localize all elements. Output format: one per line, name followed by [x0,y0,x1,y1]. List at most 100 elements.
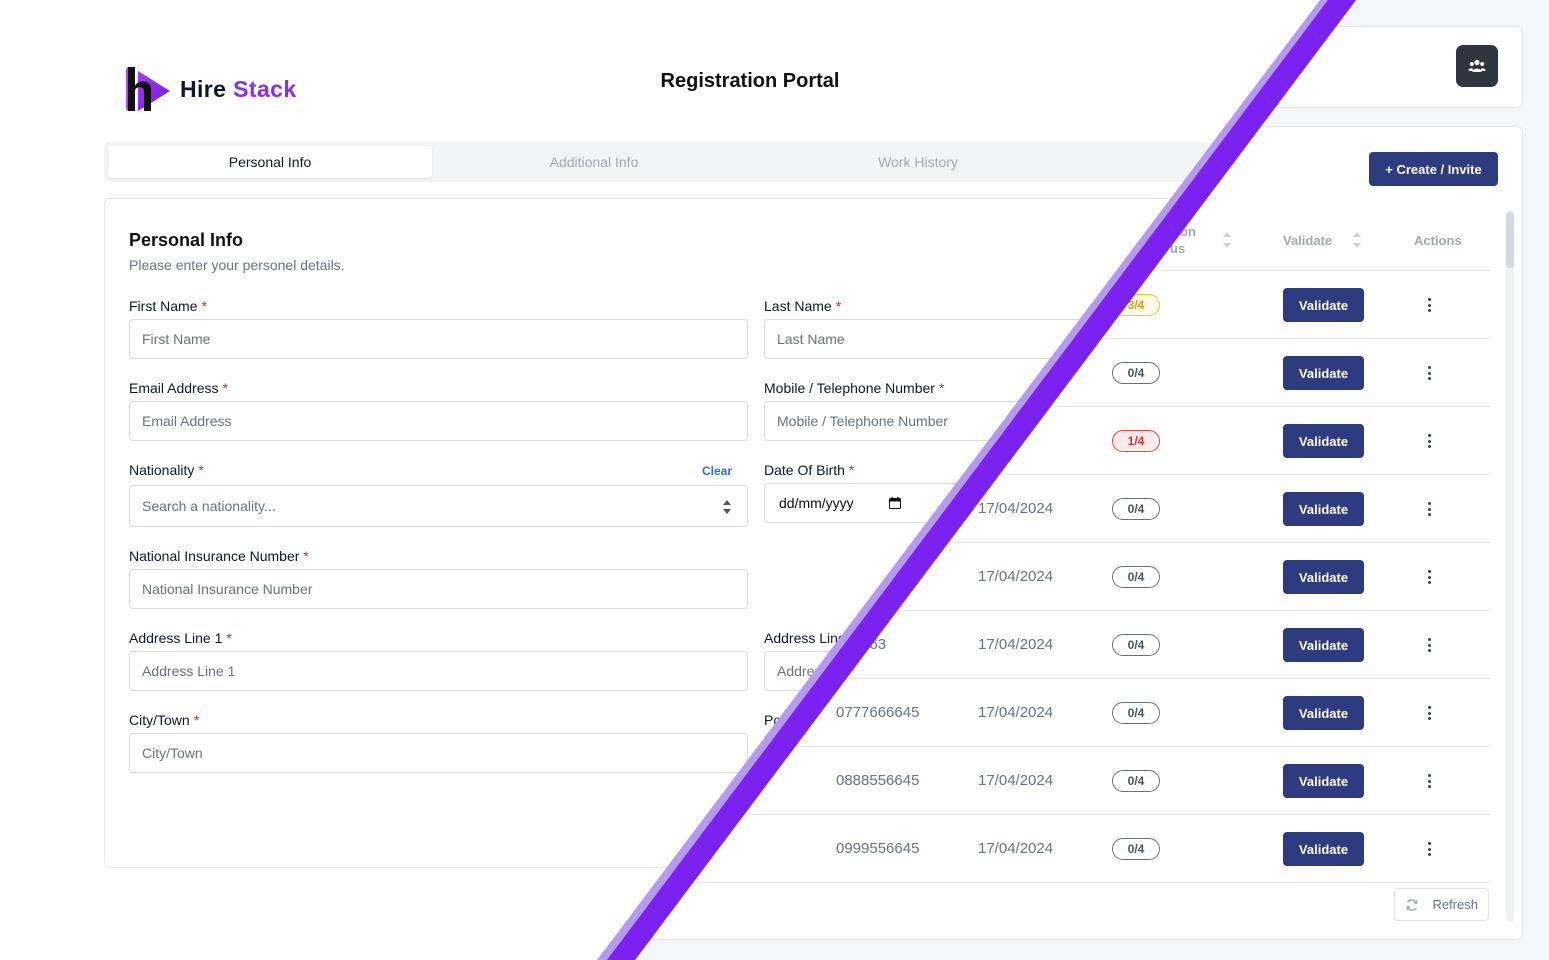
required-mark: * [835,298,842,314]
address1-input[interactable] [129,651,748,691]
status-header-line2: us [1170,241,1186,256]
ni-number-label: National Insurance Number * [129,548,309,564]
calendar-icon[interactable] [889,497,901,509]
progress-badge: 0/4 [1112,838,1160,860]
table-scrollbar-thumb[interactable] [1506,212,1514,268]
table-scrollbar-track[interactable] [1506,210,1514,922]
more-options-icon[interactable] [1425,636,1433,654]
city-input[interactable] [129,733,748,773]
postcode-label: Pos [764,712,788,728]
more-options-icon[interactable] [1425,772,1433,790]
brand-word-stack: Stack [233,76,297,102]
actions-header: Actions [1414,233,1462,248]
required-mark: * [303,548,309,564]
tab-work-history[interactable]: Work History [756,146,1080,178]
email-label: Email Address * [129,380,228,396]
users-icon [1468,59,1486,72]
validate-sort-icon[interactable] [1353,232,1361,248]
city-label: City/Town * [129,712,199,728]
mobile-label: Mobile / Telephone Number * [764,380,944,396]
ni-number-input[interactable] [129,569,748,609]
stage: + Create / Invite on us Validate Actions… [0,0,1549,960]
date-cell: 17/04/2024 [978,500,1054,517]
date-cell: 17/04/2024 [978,568,1054,585]
first-name-label: First Name * [129,298,207,314]
progress-badge: 0/4 [1112,702,1160,724]
validate-button[interactable]: Validate [1283,764,1364,798]
section-title: Personal Info [129,230,244,250]
progress-badge: 0/4 [1112,566,1160,588]
last-name-label-text: Last Name [764,298,832,314]
page-title: Registration Portal [660,70,840,92]
date-cell: 17/04/2024 [978,772,1054,789]
dob-input[interactable]: dd/mm/yyyy [764,483,974,523]
section-subtitle: Please enter your personel details. [129,257,345,273]
phone-cell: 0999556645 [836,840,920,857]
brand-word-hire: Hire [180,76,227,102]
postcode-label-text: Pos [764,712,789,728]
required-mark: * [201,298,207,314]
hirestack-logo-icon [126,67,170,111]
validate-button[interactable]: Validate [1283,832,1364,866]
progress-badge: 0/4 [1112,634,1160,656]
nationality-clear-link[interactable]: Clear [702,464,732,478]
email-input[interactable] [129,401,748,441]
dob-label: Date Of Birth * [764,462,854,478]
validate-button[interactable]: Validate [1283,492,1364,526]
address2-label-text: Address Line [764,630,846,646]
validate-header: Validate [1283,233,1333,248]
table-row: 0999556645 17/04/2024 0/4 Validate [610,814,1490,882]
progress-badge: 1/4 [1112,430,1160,452]
more-options-icon[interactable] [1425,704,1433,722]
select-chevron-icon [723,500,731,514]
nationality-select[interactable]: Search a nationality... [129,485,748,527]
more-options-icon[interactable] [1425,432,1433,450]
required-mark: * [198,462,204,478]
refresh-label: Refresh [1432,897,1478,912]
required-mark: * [848,462,855,478]
validate-button[interactable]: Validate [1283,628,1364,662]
refresh-button[interactable]: Refresh [1394,888,1489,921]
status-sort-icon[interactable] [1223,232,1231,248]
progress-badge: 3/4 [1112,294,1160,316]
first-name-label-text: First Name [129,298,198,314]
table-bottom-divider [610,882,1490,883]
create-invite-button[interactable]: + Create / Invite [1369,152,1498,186]
address2-label: Address Line [764,630,846,646]
brand-name: Hire Stack [180,76,297,103]
validate-button[interactable]: Validate [1283,288,1364,322]
more-options-icon[interactable] [1425,296,1433,314]
status-header-line1: on [1180,224,1196,239]
more-options-icon[interactable] [1425,840,1433,858]
date-cell: 17/04/2024 [978,636,1054,653]
city-label-text: City/Town [129,712,190,728]
date-cell: 17/04/2024 [978,840,1054,857]
first-name-input[interactable] [129,319,748,359]
progress-badge: 0/4 [1112,362,1160,384]
validate-button[interactable]: Validate [1283,696,1364,730]
tab-personal-info[interactable]: Personal Info [108,146,432,178]
validate-button[interactable]: Validate [1283,560,1364,594]
date-cell: 17/04/2024 [978,704,1054,721]
validate-button[interactable]: Validate [1283,424,1364,458]
more-options-icon[interactable] [1425,500,1433,518]
more-options-icon[interactable] [1425,568,1433,586]
required-mark: * [938,380,945,396]
address1-label-text: Address Line 1 [129,630,223,646]
tab-additional-info[interactable]: Additional Info [432,146,756,178]
phone-cell: 0888556645 [836,772,920,789]
nationality-placeholder: Search a nationality... [142,498,276,514]
dob-placeholder: dd/mm/yyyy [779,495,854,511]
phone-cell: 0777666645 [836,704,920,721]
required-mark: * [193,712,200,728]
address1-label: Address Line 1 * [129,630,232,646]
team-menu-button[interactable] [1456,45,1498,87]
nationality-label-text: Nationality [129,462,195,478]
required-mark: * [222,380,228,396]
dob-label-text: Date Of Birth [764,462,845,478]
email-label-text: Email Address [129,380,219,396]
more-options-icon[interactable] [1425,364,1433,382]
mobile-label-text: Mobile / Telephone Number [764,380,935,396]
progress-badge: 0/4 [1112,498,1160,520]
validate-button[interactable]: Validate [1283,356,1364,390]
